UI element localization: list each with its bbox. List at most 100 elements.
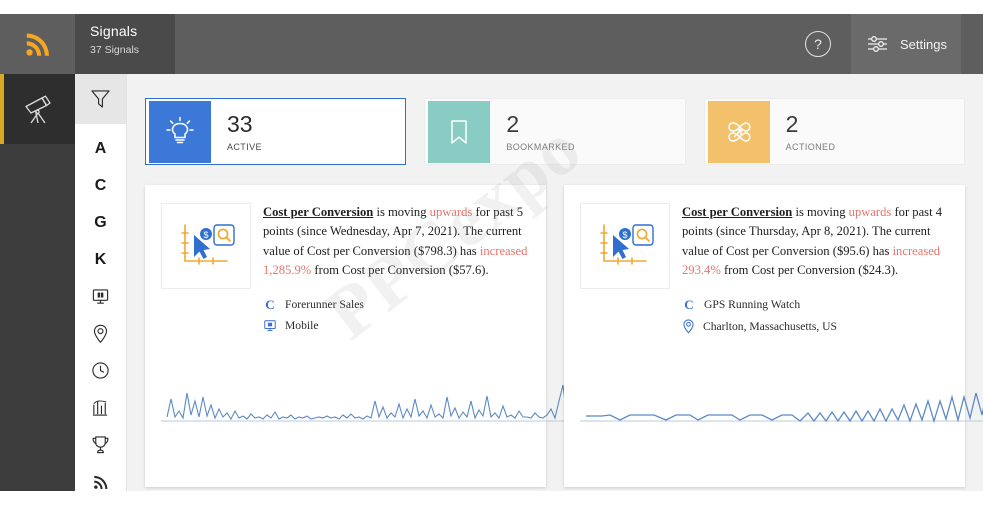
signal-change-word: increased (479, 243, 528, 258)
signal-card[interactable]: $ Cost per Conversion is moving upwards … (564, 185, 983, 487)
location-pin-icon (683, 319, 694, 334)
page-title: Signals (90, 23, 138, 39)
rss-signal-icon (93, 475, 107, 489)
meta-campaign-label: Forerunner Sales (285, 298, 364, 312)
sidebar-item-signals[interactable] (75, 463, 126, 500)
meta-row-location: Charlton, Massachusetts, US (682, 319, 947, 334)
meta-row-device: Mobile (263, 319, 528, 333)
letter-a-icon: A (94, 139, 107, 157)
device-screen-icon (264, 319, 276, 331)
signal-card[interactable]: $ Cost per Conversion is moving upwards … (145, 185, 581, 487)
sidebar-item-location[interactable] (75, 315, 126, 352)
filter-funnel-icon (91, 90, 110, 108)
help-button[interactable]: ? (805, 31, 832, 57)
signal-text-1: is moving (792, 205, 849, 219)
signal-cards-row: $ Cost per Conversion is moving upwards … (145, 185, 983, 487)
meta-location-label: Charlton, Massachusetts, US (703, 319, 837, 333)
letter-g-icon: G (94, 213, 107, 231)
device-screen-icon (92, 288, 109, 304)
signal-description: Cost per Conversion is moving upwards fo… (263, 203, 528, 281)
signal-sparkline (580, 392, 983, 424)
rail-item-explore[interactable] (0, 74, 75, 144)
sidebar-item-device[interactable] (75, 278, 126, 315)
header-spacer (175, 14, 805, 74)
stat-card-actioned[interactable]: 2 Actioned (703, 98, 965, 165)
stat-icon-actioned (707, 100, 770, 163)
secondary-icon-sidebar: A C G K (75, 74, 127, 491)
stat-label-actioned: Actioned (785, 137, 836, 153)
header-actions: ? Settings (805, 14, 983, 74)
signal-direction: upwards (429, 205, 473, 219)
stat-text-actioned: 2 Actioned (770, 111, 836, 153)
meta-campaign-label: GPS Running Watch (704, 298, 801, 312)
sidebar-item-c[interactable]: C (75, 167, 126, 204)
signal-change-pct: 1,285.9% (263, 263, 312, 278)
signal-thumbnail: $ (580, 203, 670, 289)
signal-text-3: from Cost per Conversion ($57.6). (311, 263, 489, 278)
stat-cards-row: 33 Active 2 Bookmarked (145, 98, 965, 165)
signal-card-top: $ Cost per Conversion is moving upwards … (161, 203, 528, 339)
signal-meta: C GPS Running Watch Charlton, Massachuse… (682, 297, 947, 334)
stat-icon-bookmarked (428, 100, 491, 163)
sidebar-item-g[interactable]: G (75, 204, 126, 241)
signal-body: Cost per Conversion is moving upwards fo… (682, 203, 947, 340)
meta-row-campaign: C GPS Running Watch (682, 297, 947, 313)
bookmark-icon (451, 119, 468, 144)
stat-count-active: 33 (227, 110, 253, 137)
primary-nav-rail (0, 74, 75, 491)
signal-change-word: increased (892, 243, 941, 258)
letter-k-icon: K (94, 250, 107, 268)
campaign-c-icon: C (684, 296, 694, 312)
meta-device-label: Mobile (285, 319, 319, 333)
stat-label-active: Active (227, 137, 262, 153)
app-root: Signals 37 Signals ? Settings A C G K 33… (0, 0, 983, 515)
signal-body: Cost per Conversion is moving upwards fo… (263, 203, 528, 339)
clock-icon (92, 362, 109, 379)
sidebar-item-a[interactable]: A (75, 130, 126, 167)
campaign-c-icon: C (265, 296, 275, 312)
svg-text:$: $ (622, 230, 627, 240)
letter-c-icon: C (94, 176, 107, 194)
stat-count-actioned: 2 (785, 110, 799, 137)
stat-count-bookmarked: 2 (506, 110, 520, 137)
signal-change-pct: 293.4% (682, 263, 721, 278)
signal-description: Cost per Conversion is moving upwards fo… (682, 203, 947, 281)
sidebar-item-achievements[interactable] (75, 426, 126, 463)
location-pin-icon (93, 324, 108, 343)
stat-text-bookmarked: 2 Bookmarked (490, 111, 575, 153)
signal-metric-link[interactable]: Cost per Conversion (263, 205, 373, 219)
brand-logo[interactable] (0, 14, 75, 74)
signal-text-3: from Cost per Conversion ($24.3). (720, 263, 899, 278)
signal-meta: C Forerunner Sales Mobile (263, 297, 528, 333)
main-content: 33 Active 2 Bookmarked (127, 74, 983, 491)
stat-text-active: 33 Active (211, 111, 262, 153)
lightbulb-icon (166, 116, 194, 143)
cursor-chart-search-icon: $ (181, 224, 235, 265)
stat-label-bookmarked: Bookmarked (506, 137, 575, 153)
signal-thumbnail: $ (161, 203, 251, 289)
signal-text-1: is moving (373, 205, 430, 219)
telescope-icon (24, 95, 51, 124)
knot-arrows-icon (727, 121, 751, 142)
sliders-icon (868, 36, 888, 52)
signal-direction: upwards (848, 205, 892, 219)
app-header: Signals 37 Signals ? Settings (0, 14, 983, 74)
sidebar-item-k[interactable]: K (75, 241, 126, 278)
meta-row-campaign: C Forerunner Sales (263, 297, 528, 313)
stat-card-active[interactable]: 33 Active (145, 98, 407, 165)
icon-sidebar-list: A C G K (75, 124, 126, 500)
signal-metric-link[interactable]: Cost per Conversion (682, 205, 792, 219)
bar-chart-icon (92, 400, 108, 416)
trophy-icon (92, 435, 109, 453)
settings-button[interactable]: Settings (851, 14, 961, 74)
stat-card-bookmarked[interactable]: 2 Bookmarked (424, 98, 686, 165)
header-title-block: Signals 37 Signals (75, 14, 175, 74)
rss-signal-icon (25, 33, 49, 56)
settings-label: Settings (900, 36, 947, 52)
sidebar-item-performance[interactable] (75, 389, 126, 426)
sidebar-item-time[interactable] (75, 352, 126, 389)
cursor-chart-search-icon: $ (600, 224, 654, 265)
signal-sparkline (161, 378, 581, 422)
filter-button[interactable] (75, 74, 126, 124)
signal-card-top: $ Cost per Conversion is moving upwards … (580, 203, 947, 340)
